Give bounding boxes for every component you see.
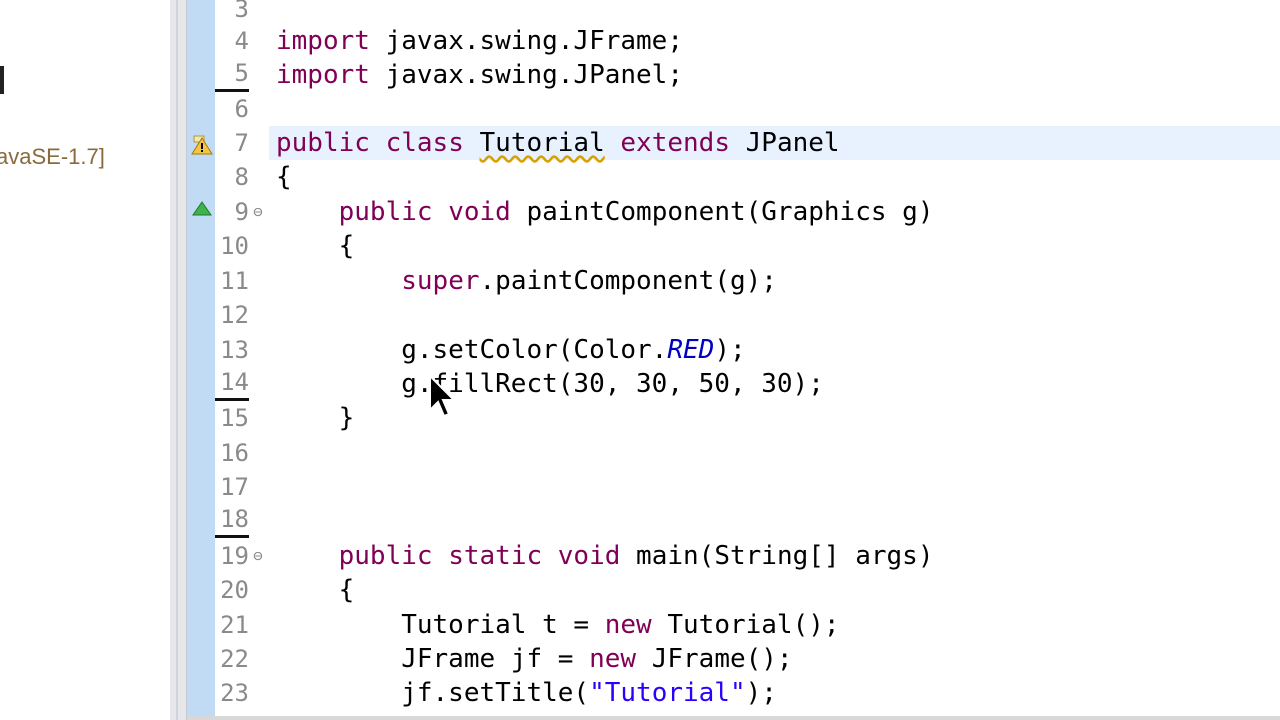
code-line: 20 { (0, 573, 1280, 607)
editor-bottom-edge (187, 716, 1280, 720)
code-text[interactable]: public static void main(String[] args) (276, 539, 934, 573)
line-number: 21 (220, 611, 249, 639)
code-line: 12 (0, 298, 1280, 332)
code-text[interactable]: public class Tutorial extends JPanel (276, 126, 840, 160)
code-text[interactable]: } (276, 401, 355, 435)
code-line: 19 ⊖ public static void main(String[] ar… (0, 539, 1280, 573)
line-number: 4 (234, 27, 249, 55)
line-number: 8 (234, 163, 249, 191)
code-text[interactable]: g.setColor(Color.RED); (276, 333, 745, 367)
code-line: 6 (0, 92, 1280, 126)
code-line: 4 import javax.swing.JFrame; (0, 24, 1280, 58)
code-text[interactable]: g.fillRect(30, 30, 50, 30); (276, 367, 824, 401)
line-number: 3 (234, 0, 249, 23)
code-line: 8 { (0, 160, 1280, 194)
line-number: 17 (220, 473, 249, 501)
code-text[interactable]: import javax.swing.JPanel; (276, 58, 683, 92)
line-number: 12 (220, 301, 249, 329)
line-number: 22 (220, 645, 249, 673)
code-line: 13 g.setColor(Color.RED); (0, 333, 1280, 367)
collapse-icon[interactable]: ⊖ (249, 539, 267, 573)
line-number: 20 (220, 576, 249, 604)
code-text[interactable]: jf.setTitle("Tutorial"); (276, 676, 777, 710)
code-line: 15 } (0, 401, 1280, 435)
code-text[interactable]: JFrame jf = new JFrame(); (276, 642, 792, 676)
mouse-pointer-icon (428, 373, 458, 424)
code-text[interactable]: import javax.swing.JFrame; (276, 24, 683, 58)
code-text[interactable]: super.paintComponent(g); (276, 264, 777, 298)
line-number: 5 (215, 58, 249, 92)
collapse-icon[interactable]: ⊖ (249, 195, 267, 229)
code-line: 21 Tutorial t = new Tutorial(); (0, 608, 1280, 642)
code-line: 3 (0, 0, 1280, 26)
line-number: 23 (220, 679, 249, 707)
line-number: 9 (234, 198, 249, 226)
line-number: 19 (220, 542, 249, 570)
code-text[interactable]: { (276, 573, 355, 607)
code-text[interactable]: { (276, 229, 355, 263)
line-number: 13 (220, 336, 249, 364)
code-line: 17 (0, 470, 1280, 504)
code-line: 14 g.fillRect(30, 30, 50, 30); (0, 367, 1280, 401)
code-text[interactable]: public void paintComponent(Graphics g) (276, 195, 934, 229)
code-line: 22 JFrame jf = new JFrame(); (0, 642, 1280, 676)
code-text[interactable]: Tutorial t = new Tutorial(); (276, 608, 839, 642)
code-line: 11 super.paintComponent(g); (0, 264, 1280, 298)
code-text[interactable]: { (276, 160, 292, 194)
code-line: 9 ⊖ public void paintComponent(Graphics … (0, 195, 1280, 229)
code-line: 7 public class Tutorial extends JPanel (0, 126, 1280, 160)
code-line: 10 { (0, 229, 1280, 263)
code-line: 18 (0, 504, 1280, 538)
line-number: 6 (234, 95, 249, 123)
line-number: 15 (220, 404, 249, 432)
line-number: 7 (234, 129, 249, 157)
line-number: 11 (220, 267, 249, 295)
code-line: 16 (0, 436, 1280, 470)
line-number: 18 (215, 504, 249, 538)
line-number: 10 (220, 232, 249, 260)
line-number: 16 (220, 439, 249, 467)
line-number: 14 (215, 367, 249, 401)
code-line: 5 import javax.swing.JPanel; (0, 58, 1280, 92)
code-line: 23 jf.setTitle("Tutorial"); (0, 676, 1280, 710)
